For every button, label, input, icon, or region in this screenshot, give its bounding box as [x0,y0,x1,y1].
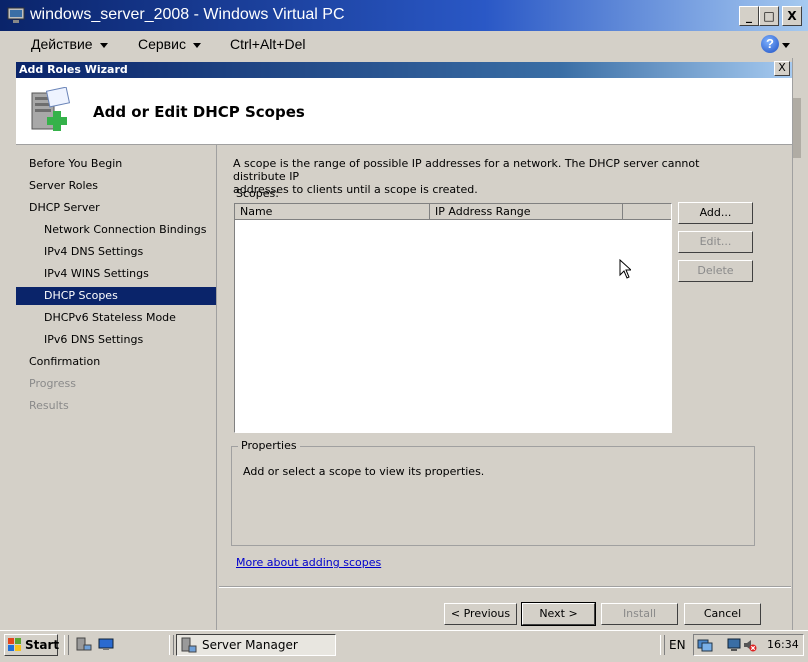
show-desktop-icon[interactable] [98,637,114,651]
virtual-pc-icon [7,7,25,23]
nav-label: Progress [29,377,76,390]
nav-label: Confirmation [29,355,101,368]
install-button[interactable]: Install [601,603,678,625]
nav-dhcp-scopes[interactable]: DHCP Scopes [16,287,216,305]
tray-grip [660,635,665,655]
toolbar-grip [169,635,174,655]
vpc-window-title: windows_server_2008 - Windows Virtual PC [30,6,345,23]
scopes-list[interactable]: Name IP Address Range [234,203,672,433]
nav-label: IPv6 DNS Settings [44,333,144,346]
nav-label: Before You Begin [29,157,123,170]
wizard-title-bar[interactable]: Add Roles Wizard [16,62,792,78]
cancel-button[interactable]: Cancel [684,603,761,625]
scrollbar-thumb[interactable] [793,98,801,158]
description-line-2: addresses to clients until a scope is cr… [233,183,478,196]
nav-network-connection-bindings[interactable]: Network Connection Bindings [16,221,216,239]
column-header-name[interactable]: Name [235,204,430,220]
nav-label: DHCP Scopes [44,289,118,302]
next-button[interactable]: Next > [521,602,596,626]
close-button[interactable]: X [782,6,802,26]
menu-service[interactable]: Сервис [138,36,201,52]
properties-legend: Properties [238,439,300,452]
language-indicator[interactable]: EN [669,638,686,652]
nav-label: DHCP Server [29,201,100,214]
nav-label: IPv4 DNS Settings [44,245,144,258]
nav-label: IPv4 WINS Settings [44,267,149,280]
wizard-header: Add or Edit DHCP Scopes [16,78,792,145]
system-tray: 16:34 [693,634,804,656]
nav-results: Results [16,397,216,415]
nav-ipv4-dns-settings[interactable]: IPv4 DNS Settings [16,243,216,261]
help-icon[interactable]: ? [761,35,779,53]
properties-group [231,446,755,546]
nav-dhcpv6-stateless-mode[interactable]: DHCPv6 Stateless Mode [16,309,216,327]
taskbar: Start Server Manager EN 16:34 [0,630,808,662]
nav-label: DHCPv6 Stateless Mode [44,311,176,324]
nav-confirmation[interactable]: Confirmation [16,353,216,371]
scopes-label: Scopes: [236,187,279,200]
help-chevron-down-icon[interactable] [782,36,790,52]
nav-ipv4-wins-settings[interactable]: IPv4 WINS Settings [16,265,216,283]
previous-button[interactable]: < Previous [444,603,517,625]
server-manager-icon [181,637,197,653]
scope-description: A scope is the range of possible IP addr… [233,157,753,196]
description-line-1: A scope is the range of possible IP addr… [233,157,700,183]
menu-service-label: Сервис [138,36,186,52]
chevron-down-icon [192,42,201,48]
minimize-button[interactable]: _ [739,6,759,26]
server-add-icon [31,87,71,131]
properties-text: Add or select a scope to view its proper… [243,465,485,478]
taskbar-server-manager[interactable]: Server Manager [176,634,336,656]
start-label: Start [25,638,60,652]
computer-tray-icon[interactable] [727,637,743,653]
add-scope-button[interactable]: Add... [678,202,753,224]
mouse-cursor-icon [619,259,631,279]
footer-separator [219,586,791,588]
menu-ctrl-alt-del[interactable]: Ctrl+Alt+Del [230,36,305,52]
taskbar-task-label: Server Manager [202,638,298,652]
chevron-down-icon [99,42,108,48]
nav-label: Network Connection Bindings [44,223,207,236]
nav-progress: Progress [16,375,216,393]
start-button[interactable]: Start [4,634,60,656]
page-title: Add or Edit DHCP Scopes [93,103,305,121]
server-manager-quicklaunch-icon[interactable] [76,637,92,651]
edit-scope-button[interactable]: Edit... [678,231,753,253]
nav-server-roles[interactable]: Server Roles [16,177,216,195]
vertical-scrollbar[interactable] [792,58,801,630]
delete-scope-button[interactable]: Delete [678,260,753,282]
menu-action-label: Действие [31,36,93,52]
nav-dhcp-server[interactable]: DHCP Server [16,199,216,217]
column-header-spacer [623,204,671,220]
menu-action[interactable]: Действие [31,36,108,52]
maximize-button[interactable]: □ [759,6,779,26]
nav-ipv6-dns-settings[interactable]: IPv6 DNS Settings [16,331,216,349]
nav-label: Results [29,399,69,412]
network-icon[interactable] [697,637,713,653]
column-header-ip-range[interactable]: IP Address Range [430,204,623,220]
wizard-title: Add Roles Wizard [19,63,128,76]
wizard-close-button[interactable]: X [774,61,790,76]
nav-before-you-begin[interactable]: Before You Begin [16,155,216,173]
windows-flag-icon [8,638,21,651]
nav-label: Server Roles [29,179,99,192]
menu-bar: Действие Сервис Ctrl+Alt+Del ? [0,31,808,58]
vpc-title-bar[interactable]: windows_server_2008 - Windows Virtual PC… [0,0,808,31]
volume-muted-icon[interactable] [743,638,757,652]
more-about-scopes-link[interactable]: More about adding scopes [236,556,381,569]
toolbar-grip [64,635,69,655]
menu-ctrl-alt-del-label: Ctrl+Alt+Del [230,36,306,52]
clock[interactable]: 16:34 [767,638,799,651]
